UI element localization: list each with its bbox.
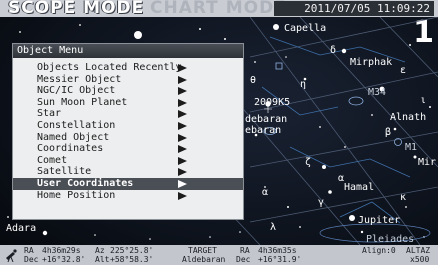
target-dec-value: +16°31.9' (258, 255, 302, 264)
menu-item-label: Satellite (37, 166, 92, 178)
scope-alt-label: Alt (95, 255, 110, 264)
submenu-arrow-icon (178, 191, 187, 200)
submenu-arrow-icon (178, 145, 187, 154)
scope-ra-value: 4h36m29s (42, 246, 81, 255)
greek-alpha-b: α (262, 187, 269, 198)
label-capella: Capella (284, 23, 327, 34)
greek-lambda: λ (270, 222, 277, 233)
submenu-arrow-icon (178, 87, 187, 96)
scope-az-label: Az (95, 246, 105, 255)
label-alnath: Alnath (390, 112, 427, 123)
label-jupiter: Jupiter (358, 215, 401, 226)
label-adara: Adara (6, 223, 37, 234)
menu-item-label: Coordinates (37, 143, 104, 155)
scope-mode-tab[interactable]: SCOPE MODE (8, 0, 144, 18)
label-hamal: Hamal (344, 182, 375, 193)
menu-item-constellation[interactable]: Constellation (13, 120, 243, 132)
menu-item-messier-object[interactable]: Messier Object (13, 74, 243, 86)
status-bar: RA 4h36m29s Dec +16°32.8' Az 225°25.8' A… (0, 245, 438, 265)
greek-alpha-a: α (338, 173, 345, 184)
menu-item-user-coordinates[interactable]: User Coordinates (13, 177, 243, 190)
menu-item-sun-moon-planet[interactable]: Sun Moon Planet (13, 97, 243, 109)
menu-item-label: Messier Object (37, 73, 122, 85)
submenu-arrow-icon (178, 168, 187, 177)
zoom-level: x500 (410, 255, 430, 264)
menu-item-coordinates[interactable]: Coordinates (13, 143, 243, 155)
menu-title: Object Menu (13, 44, 243, 58)
menu-item-label: Sun Moon Planet (37, 96, 128, 108)
submenu-arrow-icon (178, 156, 187, 165)
label-aldebaran-2: ebaran (245, 125, 282, 136)
telescope-screen: SCOPE MODE CHART MODE 2011/07/05 11:09:2… (0, 0, 438, 265)
menu-item-label: Constellation (37, 119, 116, 131)
menu-item-objects-located-recently[interactable]: Objects Located Recently (13, 62, 243, 74)
mount-mode: ALTAZ (406, 246, 431, 255)
star-bright (134, 31, 142, 39)
target-name: Aldebaran (182, 255, 226, 264)
greek-theta: θ (250, 75, 257, 86)
menu-item-label: NGC/IC Object (37, 85, 116, 97)
scope-dec-value: +16°32.8' (42, 255, 86, 264)
submenu-arrow-icon (178, 75, 187, 84)
greek-eta: η (300, 79, 307, 90)
menu-item-label: Star (37, 108, 62, 120)
menu-item-label: Named Object (37, 131, 110, 143)
submenu-arrow-icon (178, 64, 187, 72)
menu-item-label: User Coordinates (37, 177, 134, 189)
label-ic2009k5: 2009K5 (254, 97, 291, 108)
submenu-arrow-icon (178, 133, 187, 142)
greek-epsilon: ε (400, 65, 407, 76)
object-menu: Object Menu Objects Located Recently Mess… (12, 43, 244, 220)
menu-item-label: Comet (37, 154, 68, 166)
target-dec-label: Dec (236, 255, 251, 264)
chart-mode-tab[interactable]: CHART MODE (150, 0, 287, 18)
menu-item-label: Objects Located Recently (37, 62, 182, 73)
align-status: Align:0 (362, 246, 396, 255)
greek-zeta: ζ (305, 157, 312, 168)
top-bar: SCOPE MODE CHART MODE 2011/07/05 11:09:2… (0, 0, 438, 18)
greek-iota: ι (420, 95, 427, 106)
label-aldebaran-1: debaran (245, 114, 288, 125)
star-capella (273, 24, 279, 30)
menu-item-satellite[interactable]: Satellite (13, 166, 243, 178)
target-label: TARGET (188, 246, 217, 255)
menu-item-star[interactable]: Star (13, 108, 243, 120)
scope-alt-value: +58°58.3' (110, 255, 154, 264)
menu-item-label: Home Position (37, 189, 116, 201)
scope-ra-label: RA (24, 246, 34, 255)
label-mir: Mir (418, 157, 437, 168)
menu-item-ngc-ic-object[interactable]: NGC/IC Object (13, 85, 243, 97)
scope-az-value: 225°25.8' (110, 246, 154, 255)
greek-kappa: κ (400, 192, 407, 203)
submenu-arrow-icon (178, 98, 187, 107)
submenu-arrow-icon (178, 121, 187, 130)
menu-item-comet[interactable]: Comet (13, 155, 243, 167)
label-m1: M1 (405, 142, 418, 153)
telescope-icon (6, 249, 17, 262)
menu-list: Objects Located Recently Messier Object NG… (13, 58, 243, 201)
greek-beta: β (385, 127, 392, 138)
label-mirphak: Mirphak (350, 57, 393, 68)
label-m34: M34 (368, 87, 387, 98)
target-ra-value: 4h36m35s (258, 246, 297, 255)
menu-item-home-position[interactable]: Home Position (13, 190, 243, 202)
scope-dec-label: Dec (24, 255, 39, 264)
menu-item-named-object[interactable]: Named Object (13, 132, 243, 144)
target-ra-label: RA (240, 246, 250, 255)
greek-delta: δ (330, 45, 337, 56)
greek-gamma: γ (318, 197, 325, 208)
submenu-arrow-icon (178, 179, 187, 188)
submenu-arrow-icon (178, 110, 187, 119)
planet-jupiter (349, 215, 355, 221)
label-pleiades: Pleiades (366, 234, 415, 245)
datetime-display: 2011/07/05 11:09:22 (274, 1, 434, 16)
